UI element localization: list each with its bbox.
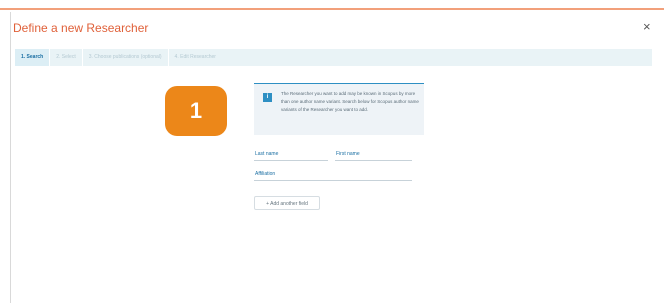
affiliation-field[interactable]: Affiliation: [255, 171, 275, 177]
close-icon[interactable]: ×: [643, 20, 651, 34]
info-icon: i: [263, 93, 272, 102]
step-select[interactable]: 2. Select: [50, 49, 82, 66]
step-choose-publications[interactable]: 3. Choose publications (optional): [82, 49, 168, 66]
step-edit-researcher[interactable]: 4. Edit Researcher: [168, 49, 652, 66]
step-search[interactable]: 1. Search: [15, 49, 50, 66]
add-another-field-button[interactable]: + Add another field: [254, 196, 320, 210]
first-name-underline: [335, 160, 412, 161]
info-panel: i The Researcher you want to add may be …: [254, 83, 424, 135]
dialog-title: Define a new Researcher: [13, 21, 149, 35]
affiliation-underline: [254, 180, 412, 181]
first-name-field[interactable]: First name: [336, 151, 360, 157]
last-name-underline: [254, 160, 328, 161]
wizard-steps: 1. Search 2. Select 3. Choose publicatio…: [15, 49, 653, 66]
last-name-field[interactable]: Last name: [255, 151, 278, 157]
top-accent-bar: [0, 0, 664, 10]
info-message: The Researcher you want to add may be kn…: [281, 91, 419, 112]
step-number-callout: 1: [165, 86, 227, 136]
